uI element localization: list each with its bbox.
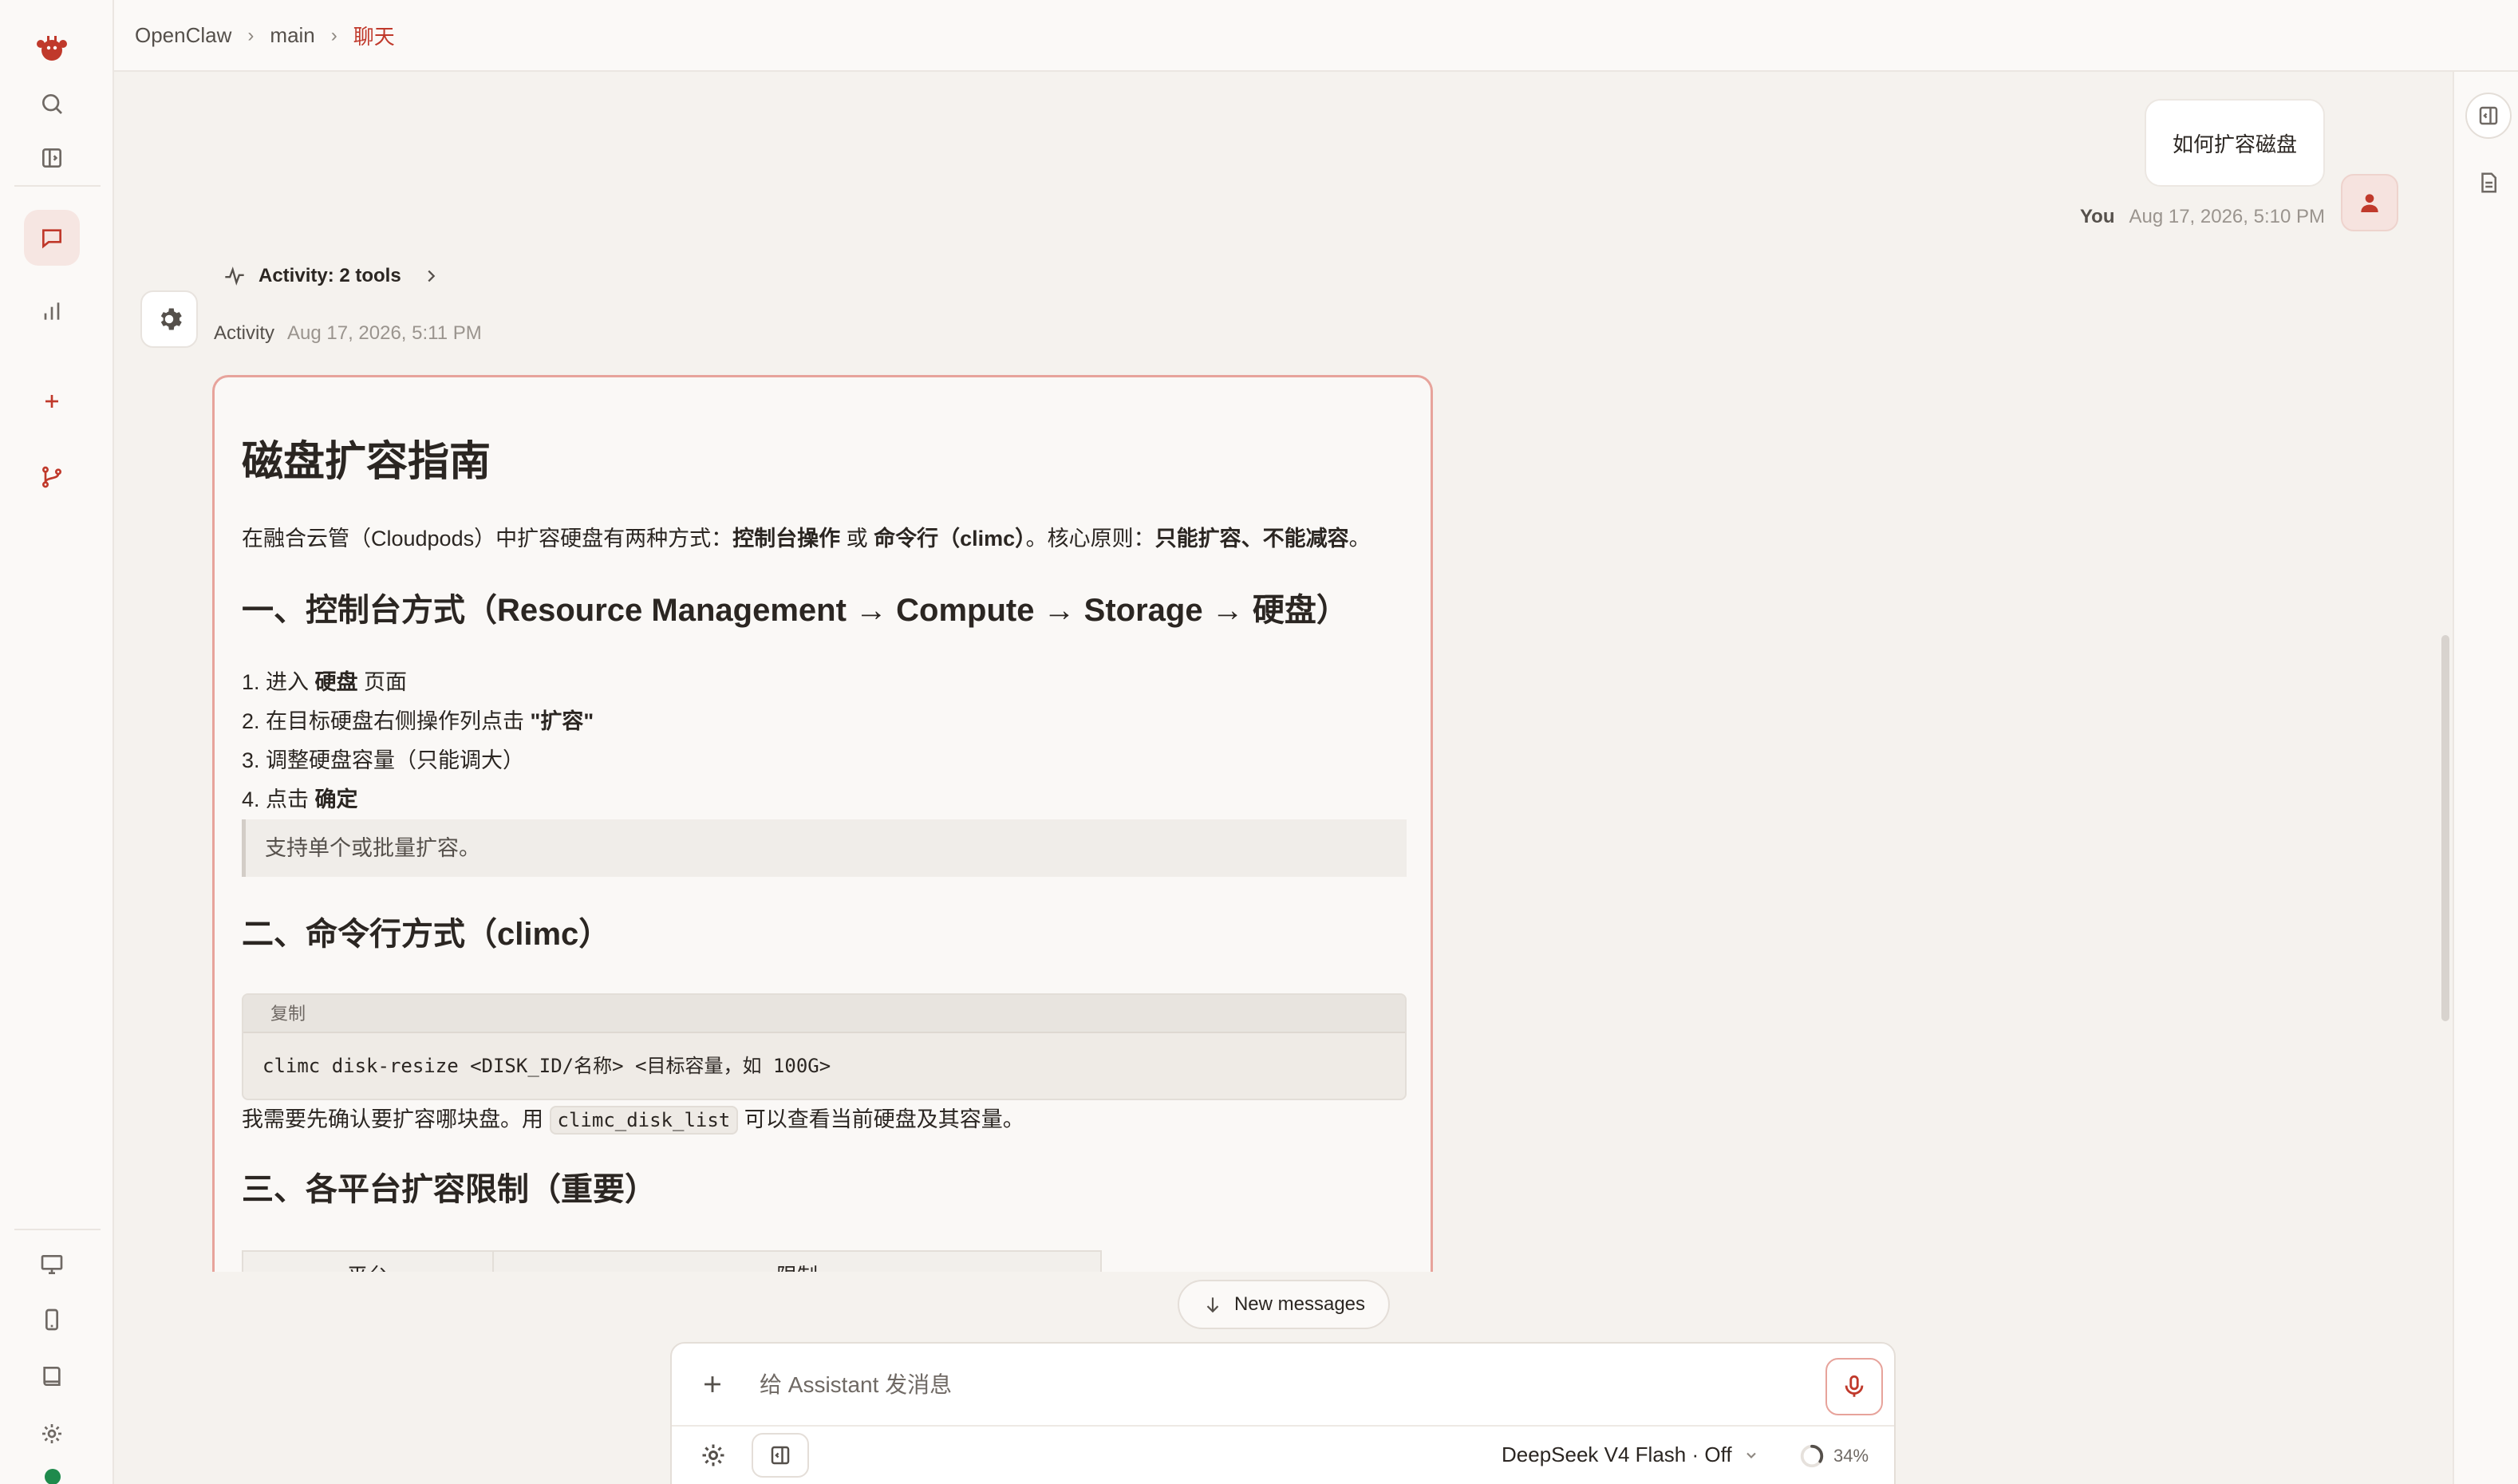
microphone-button[interactable] [1825,1358,1883,1415]
assistant-avatar [140,290,198,348]
mobile-icon[interactable] [24,1292,80,1348]
usage-percent: 34% [1833,1446,1869,1466]
cli-followup-text: 我需要先确认要扩容哪块盘。用 climc_disk_list 可以查看当前硬盘及… [242,1105,1407,1135]
right-panel [2453,72,2518,1484]
left-rail [0,0,114,1484]
rail-divider [14,1229,101,1230]
sidebar-toggle-icon[interactable] [24,130,80,186]
openclaw-logo-icon[interactable] [24,19,80,75]
user-avatar [2341,174,2398,231]
activity-pulse-icon [225,266,244,286]
list-item: 4. 点击 确定 [242,787,358,811]
settings-gear-icon[interactable] [24,1406,80,1462]
docs-book-icon[interactable] [24,1348,80,1404]
connection-status-dot [45,1469,61,1484]
section-heading-cli: 二、命令行方式（climc） [242,916,611,952]
user-message-meta: You Aug 17, 2026, 5:10 PM [2080,206,2325,228]
analytics-icon[interactable] [24,283,80,339]
breadcrumb: OpenClaw › main › 聊天 [135,21,395,50]
answer-title: 磁盘扩容指南 [242,439,491,485]
new-messages-button[interactable]: New messages [1178,1280,1390,1329]
section-heading-limits: 三、各平台扩容限制（重要） [242,1171,657,1207]
inline-code: climc_disk_list [549,1105,739,1135]
breadcrumb-current: 聊天 [353,25,395,49]
code-block: 复制 climc disk-resize <DISK_ID/名称> <目标容量，… [242,993,1407,1100]
list-item: 3. 调整硬盘容量（只能调大） [242,748,525,772]
breadcrumb-separator-icon: › [247,24,255,46]
user-person-icon [2361,194,2378,212]
console-steps-list: 1. 进入 硬盘 页面 2. 在目标硬盘右侧操作列点击 "扩容" 3. 调整硬盘… [242,663,1407,819]
section-heading-console: 一、控制台方式（Resource Management → Compute → … [242,592,1348,628]
model-label: DeepSeek V4 Flash · Off [1502,1443,1732,1466]
composer-settings-icon[interactable] [699,1441,731,1473]
assistant-meta: Activity Aug 17, 2026, 5:11 PM [214,322,482,345]
code-content: climc disk-resize <DISK_ID/名称> <目标容量，如 1… [262,1054,831,1077]
microphone-icon [1845,1375,1864,1397]
desktop-icon[interactable] [24,1237,80,1293]
user-author: You [2079,206,2115,227]
context-usage: 34% [1798,1443,1869,1470]
blockquote-note: 支持单个或批量扩容。 [242,819,1407,877]
assistant-answer-card: 磁盘扩容指南 在融合云管（Cloudpods）中扩容硬盘有两种方式：控制台操作 … [212,375,1433,1272]
copy-code-button[interactable]: 复制 [243,994,1405,1033]
document-icon[interactable] [2465,160,2512,206]
rail-divider [14,185,101,187]
assistant-gear-icon [160,308,182,330]
chevron-down-icon [1746,1452,1756,1458]
table-header-platform: 平台 [243,1251,494,1272]
activity-toggle-label: Activity: 2 tools [259,265,401,286]
model-selector[interactable]: DeepSeek V4 Flash · Off [1502,1443,1759,1467]
attach-plus-icon[interactable] [699,1371,726,1398]
answer-intro: 在融合云管（Cloudpods）中扩容硬盘有两种方式：控制台操作 或 命令行（c… [242,527,1371,551]
message-input[interactable] [760,1366,1685,1404]
chevron-right-icon [428,270,435,282]
new-messages-label: New messages [1233,1293,1366,1315]
breadcrumb-branch[interactable]: main [270,23,314,48]
message-composer: DeepSeek V4 Flash · Off 34% [670,1342,1896,1484]
user-message-bubble: 如何扩容磁盘 [2145,99,2325,187]
composer-panel-toggle[interactable] [752,1433,809,1478]
search-icon[interactable] [24,76,80,132]
assistant-timestamp: Aug 17, 2026, 5:11 PM [287,322,482,344]
table-header-limit: 限制 [494,1252,1100,1272]
limits-table-header: 平台 限制 [242,1249,1102,1272]
list-item: 2. 在目标硬盘右侧操作列点击 "扩容" [242,708,594,733]
breadcrumb-separator-icon: › [330,24,337,46]
user-timestamp: Aug 17, 2026, 5:10 PM [2129,206,2325,227]
new-chat-icon[interactable] [24,373,80,429]
arrow-down-icon [1206,1297,1219,1313]
user-message-text: 如何扩容磁盘 [2172,132,2297,156]
breadcrumb-root[interactable]: OpenClaw [135,23,231,48]
panel-toggle-icon[interactable] [2465,93,2512,139]
list-item: 1. 进入 硬盘 页面 [242,669,408,694]
composer-input-row [672,1344,1894,1427]
branch-icon[interactable] [24,449,80,505]
usage-ring-icon [1800,1444,1824,1468]
panel-left-icon [771,1446,790,1465]
chat-icon[interactable] [24,210,80,266]
assistant-author: Activity [214,322,275,344]
chat-scrollbar[interactable] [2441,635,2449,1021]
top-bar: OpenClaw › main › 聊天 [114,0,2518,72]
activity-toggle[interactable]: Activity: 2 tools [223,265,440,287]
